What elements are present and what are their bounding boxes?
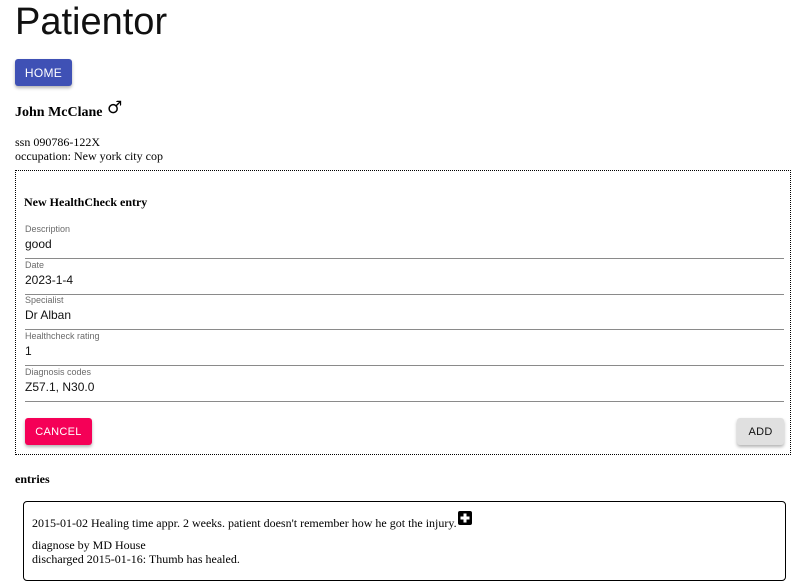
- hospital-icon: [458, 511, 472, 525]
- patient-name: John McClane: [15, 105, 103, 120]
- patient-ssn: ssn 090786-122X: [15, 135, 101, 149]
- date-field[interactable]: Date 2023-1-4: [25, 260, 784, 295]
- description-field[interactable]: Description good: [25, 224, 784, 259]
- entry-description: 2015-01-02 Healing time appr. 2 weeks. p…: [32, 516, 457, 530]
- field-label: Specialist: [25, 295, 64, 305]
- healthcheck-rating-field[interactable]: Healthcheck rating 1: [25, 331, 784, 366]
- entry-card: 2015-01-02 Healing time appr. 2 weeks. p…: [23, 501, 786, 581]
- field-value[interactable]: 2023-1-4: [25, 273, 73, 287]
- new-entry-form: New HealthCheck entry Description good D…: [15, 170, 791, 455]
- add-button[interactable]: ADD: [737, 418, 784, 445]
- field-label: Healthcheck rating: [25, 331, 100, 341]
- specialist-field[interactable]: Specialist Dr Alban: [25, 295, 784, 330]
- field-value[interactable]: 1: [25, 344, 32, 358]
- patient-occupation: occupation: New york city cop: [15, 149, 163, 163]
- diagnosis-codes-field[interactable]: Diagnosis codes Z57.1, N30.0: [25, 367, 784, 402]
- form-title: New HealthCheck entry: [24, 195, 148, 209]
- app-title: Patientor: [15, 1, 168, 43]
- home-button[interactable]: HOME: [15, 59, 72, 86]
- field-value[interactable]: Z57.1, N30.0: [25, 380, 94, 394]
- entry-diagnose-by: diagnose by MD House: [32, 538, 146, 552]
- field-value[interactable]: Dr Alban: [25, 308, 71, 322]
- field-label: Date: [25, 260, 45, 270]
- field-label: Diagnosis codes: [25, 367, 92, 377]
- field-value[interactable]: good: [25, 237, 52, 251]
- field-label: Description: [25, 224, 71, 234]
- cancel-button[interactable]: CANCEL: [25, 418, 92, 445]
- entries-heading: entries: [15, 472, 50, 486]
- male-icon: ♂: [107, 98, 123, 118]
